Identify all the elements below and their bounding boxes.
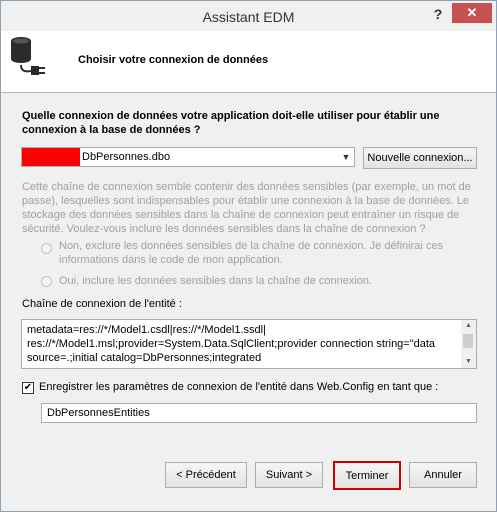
finish-button[interactable]: Terminer — [333, 461, 401, 490]
connection-select-value: DbPersonnes.dbo — [82, 151, 171, 163]
cancel-button[interactable]: Annuler — [409, 462, 477, 488]
entities-name-input[interactable]: DbPersonnesEntities — [41, 403, 477, 423]
previous-button[interactable]: < Précédent — [165, 462, 247, 488]
radio-exclude-label: Non, exclure les données sensibles de la… — [59, 240, 444, 266]
chevron-down-icon[interactable]: ▼ — [338, 148, 354, 166]
scroll-up-icon[interactable]: ▲ — [461, 320, 476, 332]
scroll-down-icon[interactable]: ▼ — [461, 356, 476, 368]
database-plug-icon — [11, 37, 45, 75]
new-connection-button[interactable]: Nouvelle connexion... — [363, 147, 477, 169]
vertical-scrollbar[interactable]: ▲ ▼ — [461, 320, 476, 368]
edm-wizard-window: Assistant EDM ? ✕ Choisir votre connexio… — [0, 0, 497, 512]
entity-connection-string: metadata=res://*/Model1.csdl|res://*/Mod… — [27, 324, 436, 364]
save-webconfig-label: Enregistrer les paramètres de connexion … — [39, 381, 439, 393]
sensitive-data-warning: Cette chaîne de connexion semble conteni… — [22, 181, 471, 235]
radio-exclude-sensitive[interactable] — [41, 243, 52, 254]
entity-connection-label: Chaîne de connexion de l'entité : — [22, 298, 182, 310]
connection-select[interactable]: DbPersonnes.dbo ▼ — [21, 147, 355, 167]
scroll-thumb[interactable] — [463, 334, 473, 348]
close-button[interactable]: ✕ — [452, 3, 492, 23]
redaction-block — [22, 148, 80, 166]
radio-include-label: Oui, inclure les données sensibles dans … — [59, 275, 373, 287]
window-title: Assistant EDM — [202, 9, 295, 25]
save-webconfig-checkbox[interactable]: ✔ — [22, 382, 34, 394]
entities-name-value: DbPersonnesEntities — [47, 407, 150, 419]
connection-question: Quelle connexion de données votre applic… — [22, 110, 440, 136]
help-button[interactable]: ? — [425, 3, 451, 25]
wizard-header: Choisir votre connexion de données — [1, 31, 496, 93]
title-bar: Assistant EDM ? ✕ — [1, 1, 496, 31]
page-title: Choisir votre connexion de données — [78, 54, 269, 66]
next-button[interactable]: Suivant > — [255, 462, 323, 488]
radio-include-sensitive[interactable] — [41, 276, 52, 287]
entity-connection-textbox[interactable]: metadata=res://*/Model1.csdl|res://*/Mod… — [21, 319, 477, 369]
